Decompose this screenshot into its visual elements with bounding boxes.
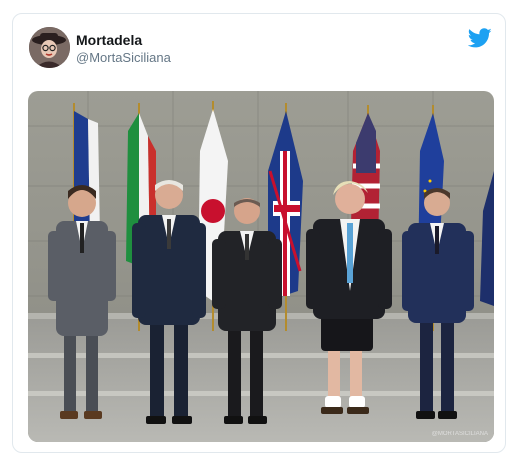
user-handle[interactable]: @MortaSiciliana — [76, 50, 171, 65]
tweet-card[interactable]: Mortadela @MortaSiciliana @MORTASICILIAN… — [12, 13, 506, 453]
display-name[interactable]: Mortadela — [76, 32, 142, 48]
tweet-photo[interactable]: @MORTASICILIANA — [28, 91, 494, 442]
avatar[interactable] — [29, 27, 70, 68]
twitter-bird-icon[interactable] — [468, 26, 492, 50]
photo-watermark: @MORTASICILIANA — [432, 431, 488, 437]
